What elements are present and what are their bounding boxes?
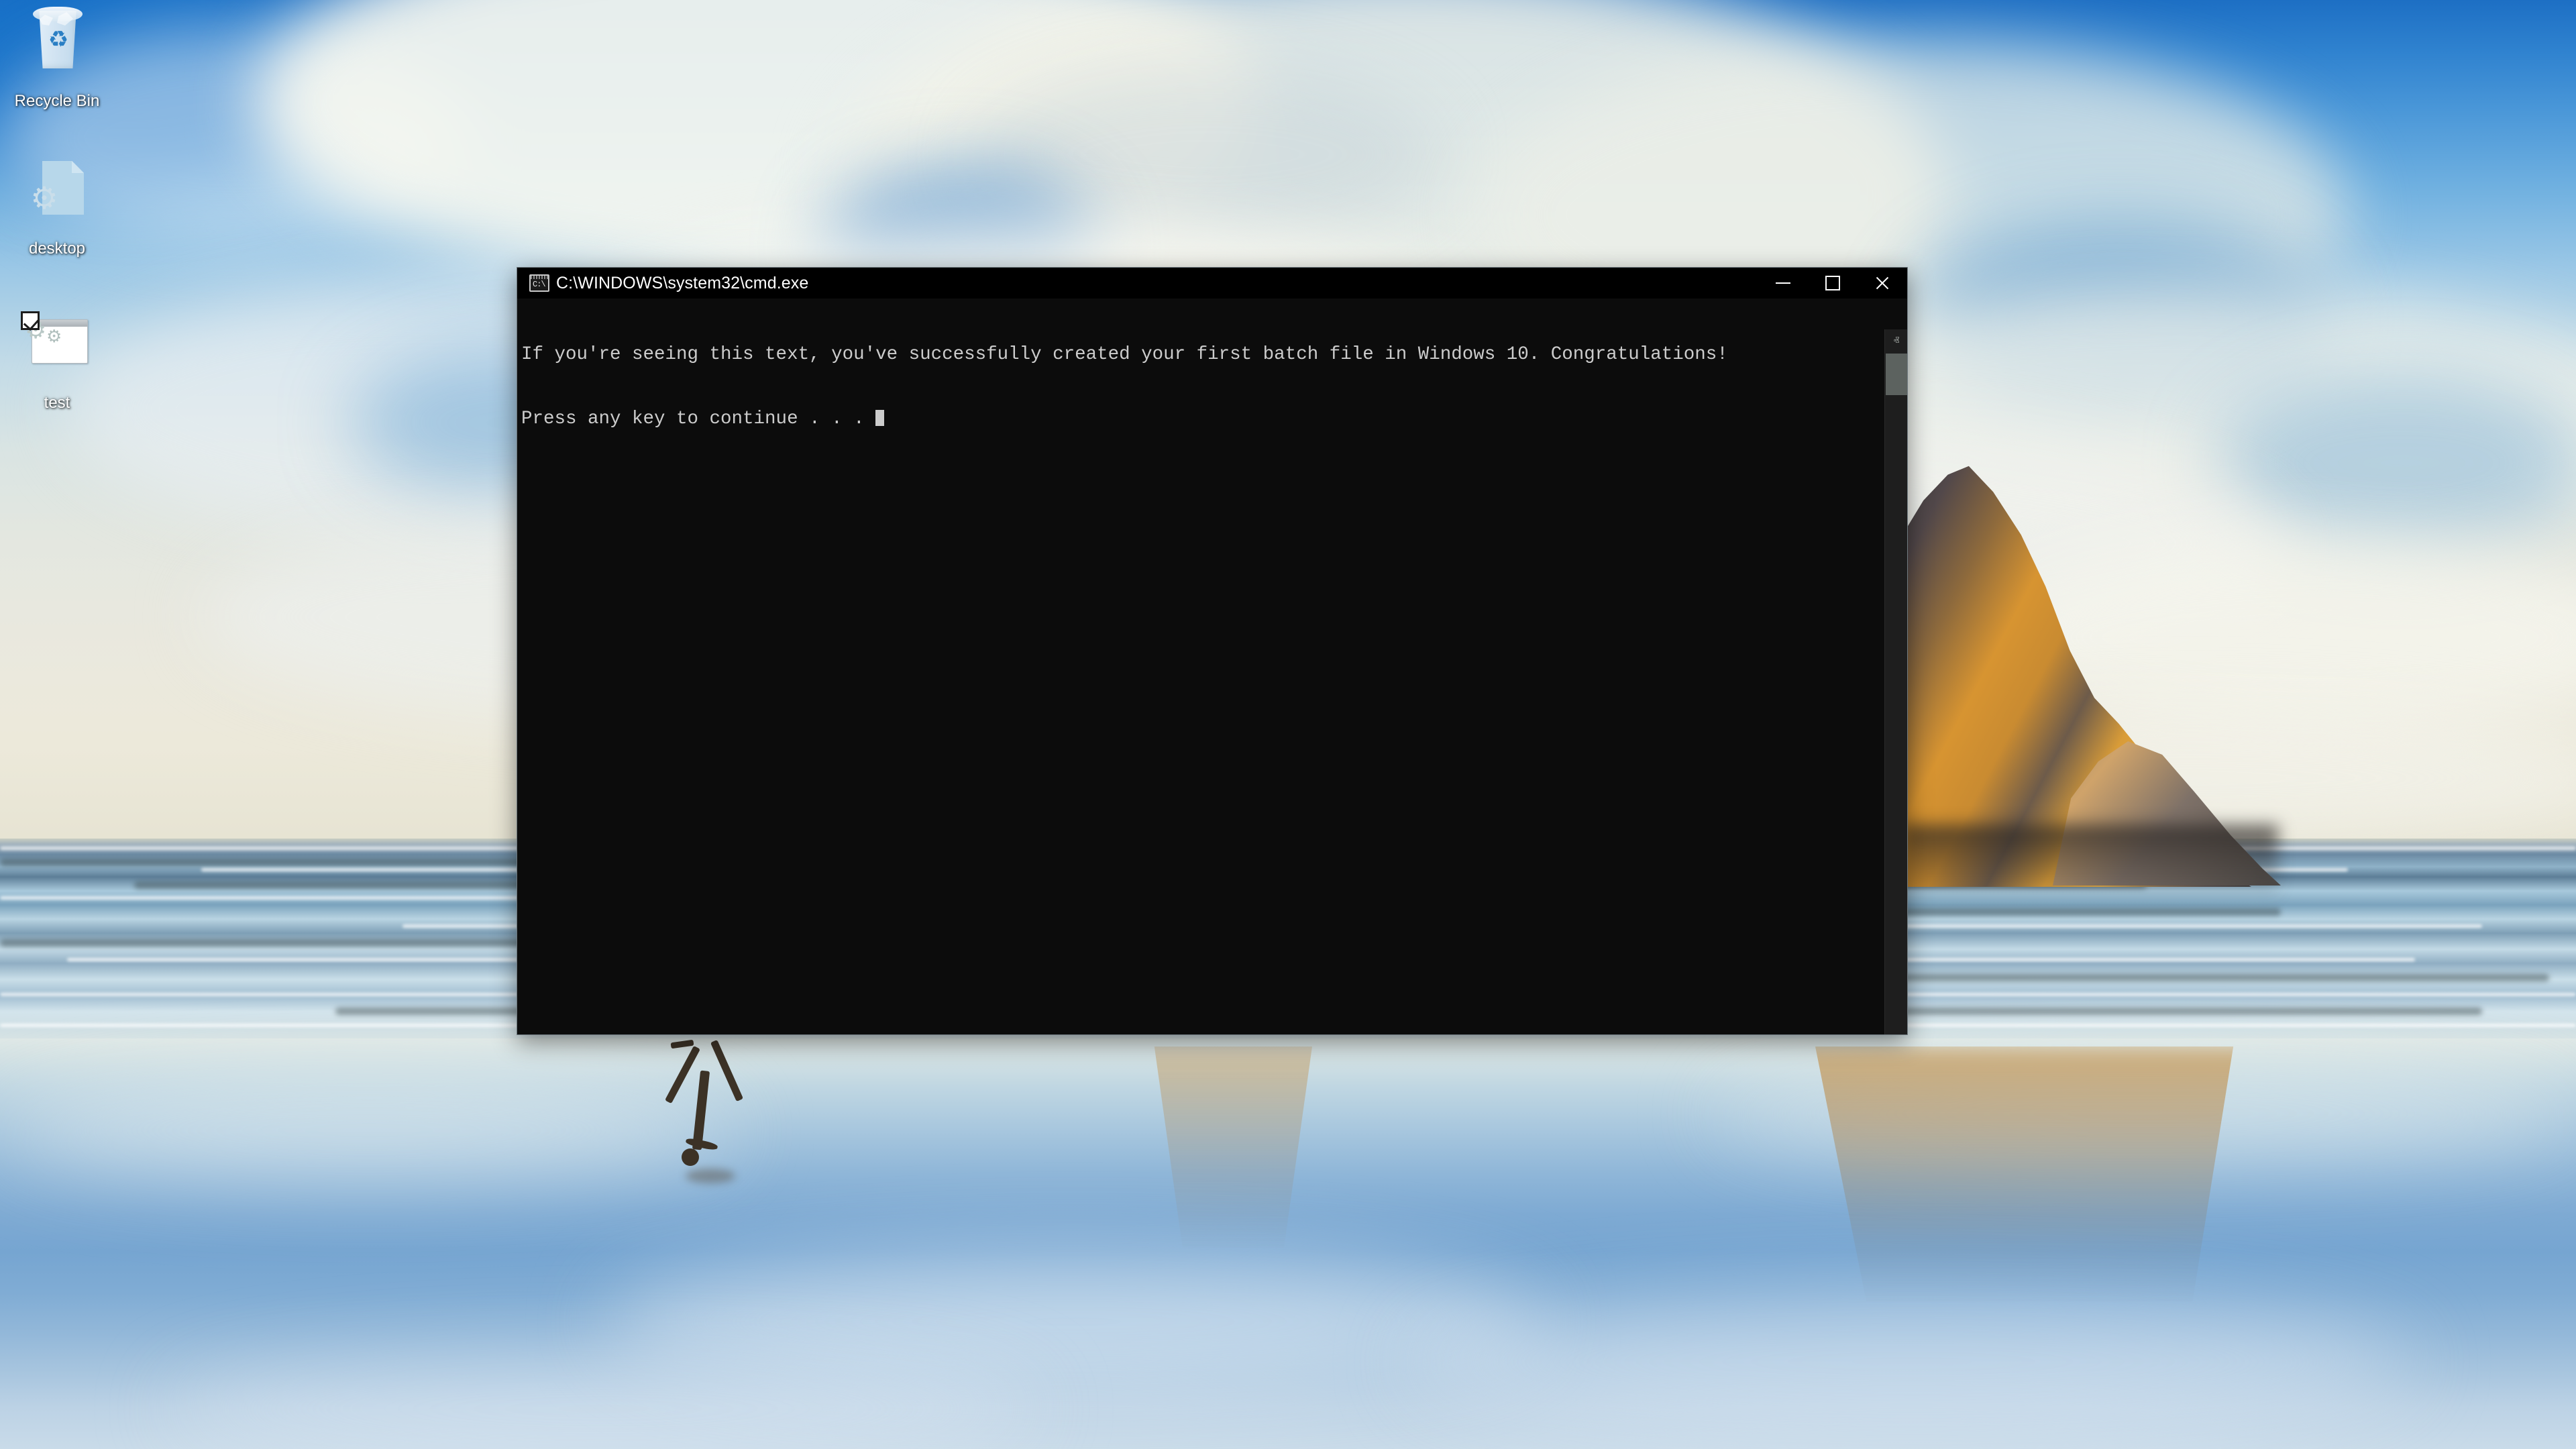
sand-sheen [0,1080,738,1181]
recycle-bin-icon: ♻ [17,5,97,86]
maximize-button[interactable] [1808,268,1858,299]
window-title: C:\WINDOWS\system32\cmd.exe [556,274,808,293]
scroll-up-arrow-icon[interactable]: ⱏ [1885,329,1907,352]
desktop-icon-test-batch[interactable]: ⚙ ⚙ test [0,307,121,413]
window-controls [1758,268,1907,299]
sand-sheen [1409,1295,2415,1429]
desktop-icon-label: desktop [0,239,121,259]
close-button[interactable] [1858,268,1907,299]
console-line-with-cursor: Press any key to continue . . . [521,409,1728,430]
console-output-area[interactable]: If you're seeing this text, you've succe… [517,299,1907,1034]
console-scrollbar[interactable]: ⱏ ⱟ [1884,329,1907,1034]
scroll-down-arrow-icon[interactable]: ⱟ [1885,1012,1907,1034]
minimize-button[interactable] [1758,268,1808,299]
console-line: If you're seeing this text, you've succe… [521,344,1728,366]
ini-config-file-icon: ⚙ [17,153,97,233]
console-cursor [875,410,884,426]
cmd-console-window[interactable]: C:\WINDOWS\system32\cmd.exe If you're se… [517,267,1908,1035]
console-text: If you're seeing this text, you've succe… [521,301,1728,473]
selection-checkbox-icon[interactable] [21,311,40,330]
desktop-icon-desktop-ini[interactable]: ⚙ desktop [0,153,121,259]
desktop-icon-label: Recycle Bin [0,91,121,111]
console-line: Press any key to continue . . . [521,409,875,429]
batch-file-icon: ⚙ ⚙ [17,307,97,388]
desktop-icon-label: test [0,393,121,413]
scrollbar-thumb[interactable] [1886,354,1907,395]
cmd-console-icon [529,274,549,292]
rock-shadow [1902,825,2278,899]
window-titlebar[interactable]: C:\WINDOWS\system32\cmd.exe [517,268,1907,299]
desktop-icon-recycle-bin[interactable]: ♻ Recycle Bin [0,5,121,111]
